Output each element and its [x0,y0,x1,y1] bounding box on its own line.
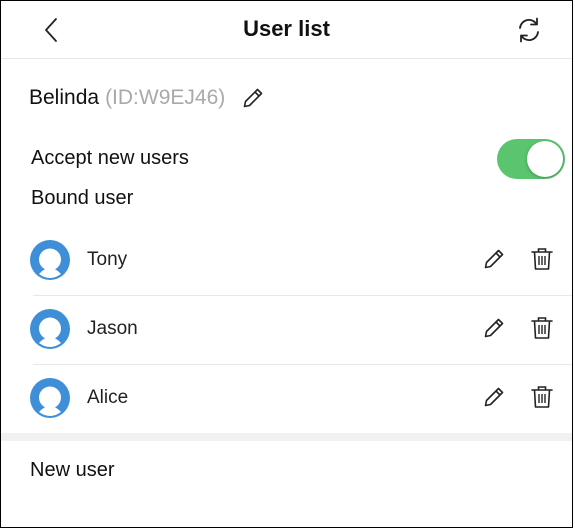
bound-user-label: Bound user [31,187,134,209]
edit-user-button[interactable] [482,247,506,271]
account-row: Belinda (ID:W9EJ46) [29,81,265,115]
page-title: User list [243,16,330,41]
accept-new-users-label: Accept new users [31,147,189,169]
delete-user-button[interactable] [529,384,555,410]
delete-user-button[interactable] [529,246,555,272]
user-name: Alice [87,387,129,408]
pencil-icon [484,387,504,407]
toggle-knob [527,141,563,177]
accept-new-users-toggle[interactable] [497,139,565,179]
avatar-icon [30,378,70,418]
header-bar: User list [1,1,572,59]
delete-user-button[interactable] [529,315,555,341]
refresh-icon [519,17,539,43]
app-screen: User list Belinda (ID:W9EJ46) Accept new… [0,0,573,528]
user-row-alice: Alice [1,365,572,434]
bound-user-list: Tony Jason Alice [1,227,572,434]
pencil-icon [484,249,504,269]
trash-icon [531,248,553,270]
edit-user-button[interactable] [482,385,506,409]
edit-user-button[interactable] [482,316,506,340]
pencil-icon [243,88,263,108]
trash-icon [531,386,553,408]
pencil-icon [484,318,504,338]
user-row-tony: Tony [1,227,572,296]
avatar-icon [30,309,70,349]
trash-icon [531,317,553,339]
user-name: Tony [87,249,128,270]
user-name: Jason [87,318,138,339]
edit-account-button[interactable] [241,86,265,110]
account-id: (ID:W9EJ46) [105,86,226,109]
account-name: Belinda [29,86,100,109]
refresh-button[interactable] [514,15,544,45]
avatar-icon [30,240,70,280]
new-user-item[interactable]: New user [30,459,114,482]
section-separator [1,433,572,441]
user-row-jason: Jason [1,296,572,365]
